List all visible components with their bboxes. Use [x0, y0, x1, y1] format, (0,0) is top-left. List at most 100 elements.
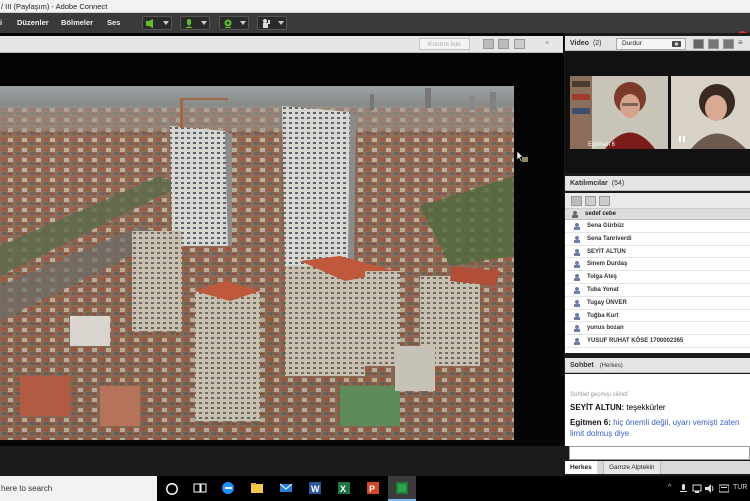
attendee-list: sedef cebe Sena Gürbüz Sena Tanriverdi SEY…	[565, 193, 750, 353]
attendee-name: YUSUF RUHAT KÖSE 1700002365	[587, 338, 684, 345]
share-toolbar: Kontrol İste ≡	[0, 36, 563, 53]
attendee-name: Tuğba Kurt	[587, 312, 619, 319]
excel-icon[interactable]: X	[337, 481, 351, 495]
attendee-toolbar	[565, 193, 750, 209]
microphone-tray-icon[interactable]	[679, 484, 688, 493]
attendee-name: Sena Gürbüz	[587, 223, 625, 229]
language-indicator[interactable]: TUR	[733, 484, 747, 491]
word-icon[interactable]: W	[308, 481, 322, 495]
keyboard-icon[interactable]	[719, 484, 729, 493]
mail-icon[interactable]	[279, 481, 293, 495]
speaker-icon	[146, 19, 153, 28]
powerpoint-icon[interactable]: P	[366, 481, 380, 495]
svg-text:W: W	[311, 484, 320, 494]
chat-pod-header: Sohbet (Herkes)	[565, 358, 750, 373]
adobe-connect-taskbar-item[interactable]	[388, 476, 416, 501]
attendee-row[interactable]: yunus bozan	[565, 322, 750, 336]
breakout-icon[interactable]	[585, 196, 596, 206]
menu-duzenler[interactable]: Düzenler	[17, 13, 49, 33]
attendees-pod-header: Katılımcılar (54)	[565, 176, 750, 191]
attendee-name: Sinem Durdaş	[587, 261, 628, 268]
microphone-icon	[186, 19, 192, 28]
taskbar-search-input[interactable]: here to search	[0, 476, 157, 501]
attendee-row[interactable]: Sena Gürbüz	[565, 220, 750, 233]
participant-icon	[574, 223, 580, 230]
host-row[interactable]: sedef cebe	[565, 209, 750, 220]
cortana-icon[interactable]	[165, 482, 179, 496]
stop-label: Durdur	[622, 40, 642, 47]
windows-taskbar: here to search W X P ^ TUR	[0, 476, 750, 501]
full-screen-icon[interactable]	[514, 39, 525, 49]
chevron-down-icon	[278, 21, 284, 25]
attendees-count: (54)	[611, 180, 625, 187]
file-explorer-icon[interactable]	[250, 481, 264, 495]
chat-sender: Egitmen 6:	[570, 418, 611, 427]
list-view-icon[interactable]	[571, 196, 582, 206]
filmstrip-view-icon[interactable]	[708, 39, 719, 49]
attendee-view-icon[interactable]	[599, 196, 610, 206]
attendee-name: Tolga Ateş	[587, 274, 618, 281]
host-icon	[572, 211, 578, 218]
microphone-button[interactable]	[180, 16, 210, 30]
chat-message: Egitmen 6: hiç önemli değil, uyarı vemiş…	[570, 417, 745, 439]
webcam-button[interactable]	[219, 16, 249, 30]
attendee-row[interactable]: Sinem Durdaş	[565, 258, 750, 272]
attendee-name: Tugay ÜNVER	[587, 299, 627, 306]
participant-icon	[574, 338, 580, 346]
video-count: (2)	[592, 40, 602, 47]
network-icon[interactable]	[692, 484, 702, 493]
video-feed-1: Egitmen 6	[570, 76, 668, 149]
webcam-icon	[672, 41, 681, 47]
attendee-row[interactable]: Sena Tanriverdi	[565, 233, 750, 246]
participant-icon	[574, 325, 580, 333]
up-arrow-icon[interactable]: ^	[668, 484, 671, 491]
volume-icon[interactable]	[705, 484, 715, 493]
chat-title: Sohbet	[570, 362, 594, 369]
edge-icon[interactable]	[221, 481, 235, 495]
video-tile-instructor: Egitmen 6	[570, 76, 668, 149]
request-control-button[interactable]: Kontrol İste	[419, 38, 470, 50]
attendee-name: yunus bozan	[587, 325, 624, 332]
stop-video-button[interactable]: Durdur	[616, 38, 686, 50]
svg-text:P: P	[369, 484, 375, 494]
chevron-down-icon	[163, 21, 169, 25]
raise-hand-icon	[263, 19, 270, 28]
pod-menu-icon[interactable]: ≡	[545, 40, 555, 47]
attendee-row[interactable]: Tuba Yonat	[565, 284, 750, 297]
host-name: sedef cebe	[585, 211, 617, 217]
grid-view-icon[interactable]	[693, 39, 704, 49]
attendee-row[interactable]: YUSUF RUHAT KÖSE 1700002365	[565, 335, 750, 348]
menu-ses[interactable]: Ses	[107, 13, 120, 33]
video-tile-student	[671, 76, 750, 149]
attendee-name: SEYİT ALTUN	[587, 248, 626, 255]
participant-icon	[574, 312, 580, 320]
adobe-connect-icon	[396, 482, 408, 494]
attendee-row[interactable]: Tugay ÜNVER	[565, 297, 750, 310]
attendees-title: Katılımcılar	[570, 180, 608, 187]
pod-menu-icon[interactable]: ≡	[738, 38, 743, 47]
menu-bolmeler[interactable]: Bölmeler	[61, 13, 93, 33]
tab-gamze-alptekin[interactable]: Gamze Alptekin	[603, 461, 661, 474]
attendee-row[interactable]: SEYİT ALTUN	[565, 246, 750, 259]
status-button[interactable]	[257, 16, 287, 30]
attendee-row[interactable]: Tuğba Kurt	[565, 310, 750, 323]
city-aerial-photo	[0, 86, 514, 440]
chevron-down-icon	[201, 21, 207, 25]
video-tile-label: Egitmen 6	[588, 142, 616, 148]
participant-icon	[574, 248, 580, 256]
fit-view-icon[interactable]	[483, 39, 494, 49]
task-view-icon[interactable]	[193, 481, 207, 495]
participant-icon	[574, 274, 580, 282]
tab-herkes[interactable]: Herkes	[565, 461, 597, 474]
window-title: / III (Paylaşım) - Adobe Connect	[0, 0, 750, 13]
speaker-button[interactable]	[142, 16, 172, 30]
speaker-view-icon[interactable]	[723, 39, 734, 49]
chat-messages: Sohbet geçmişi silindi SEYİT ALTUN: teşe…	[565, 375, 750, 443]
attendee-row[interactable]: Tolga Ateş	[565, 271, 750, 284]
chat-sender: SEYİT ALTUN:	[570, 403, 625, 412]
full-view-icon[interactable]	[498, 39, 509, 49]
menu-partial[interactable]: i	[0, 13, 2, 33]
chat-text: teşekkürler	[626, 403, 666, 412]
chat-input[interactable]	[569, 446, 750, 460]
participant-icon	[574, 299, 580, 307]
